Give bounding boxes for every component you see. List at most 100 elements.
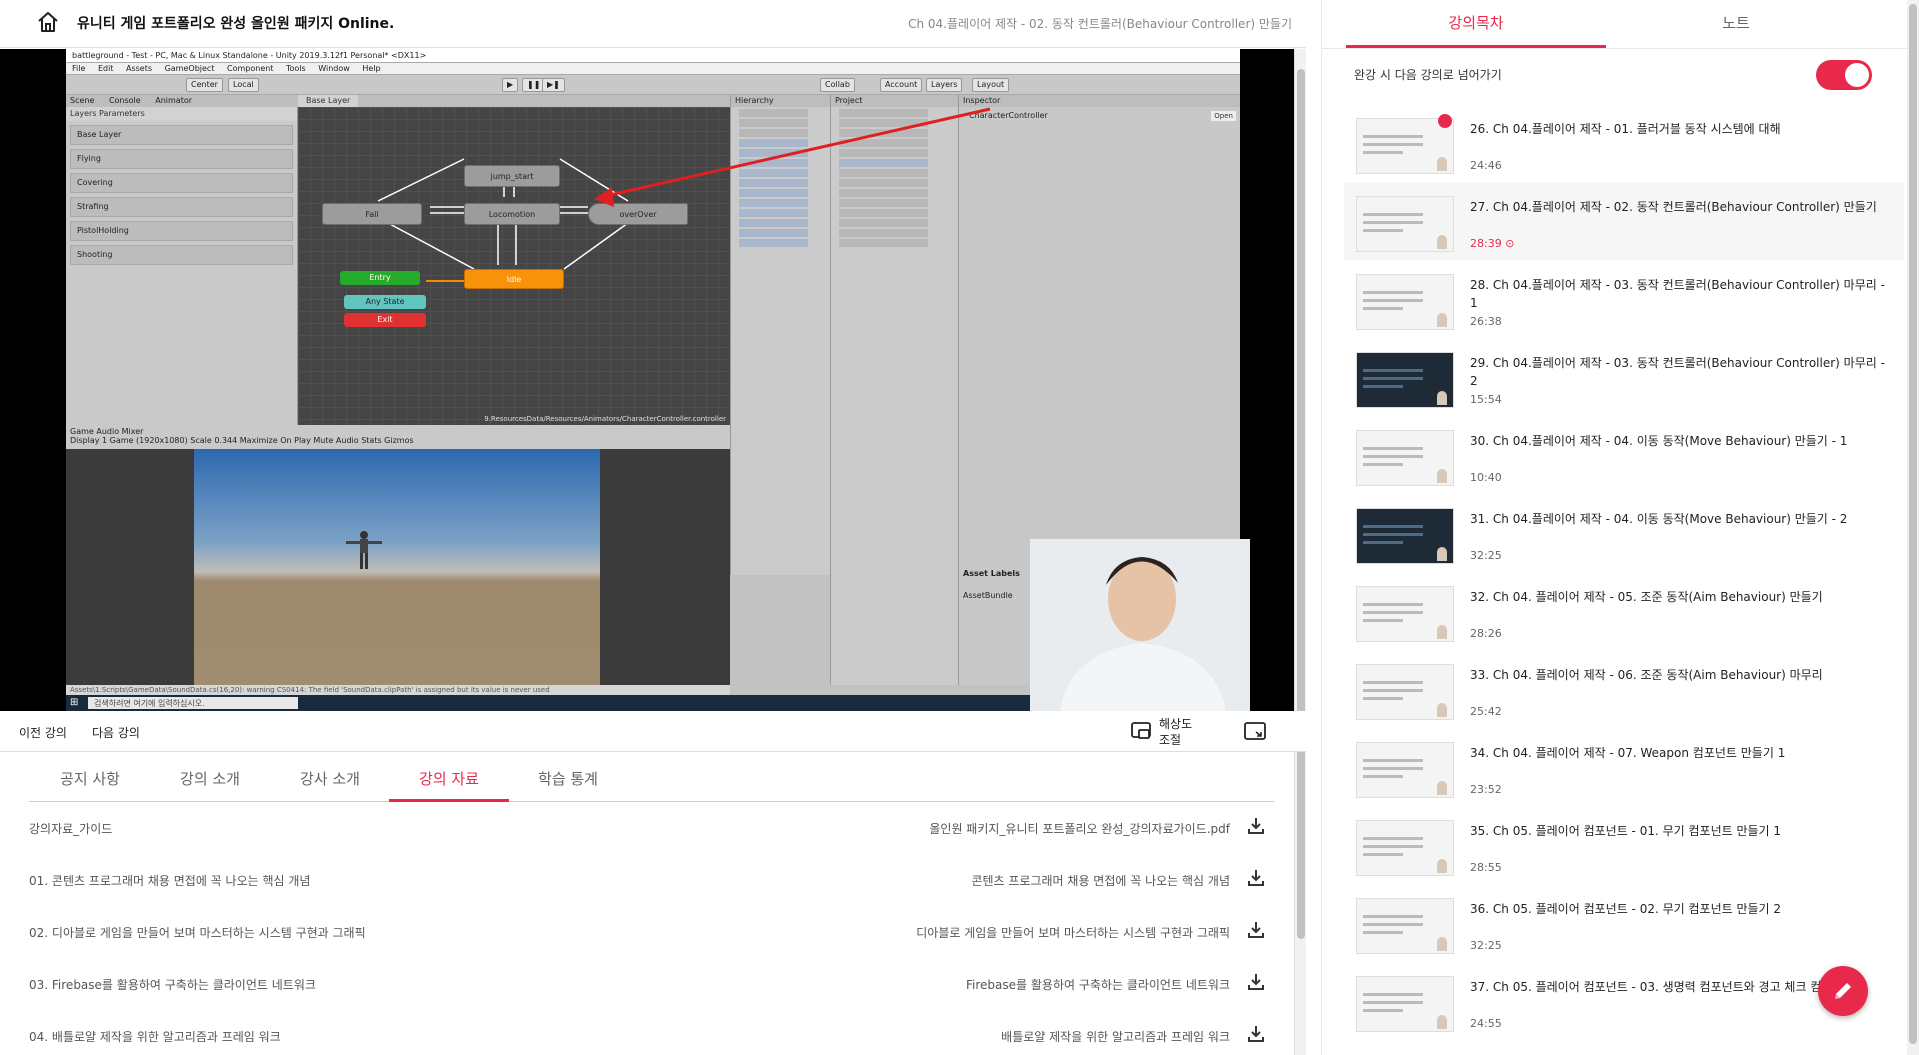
download-icon[interactable] [1246,972,1266,992]
material-name: 04. 배틀로얄 제작을 위한 알고리즘과 프레임 워크 [29,1030,281,1044]
course-title: 유니티 게임 포트폴리오 완성 올인원 패키지 Online. [77,16,395,32]
tab-instructor-intro[interactable]: 강사 소개 [293,768,367,802]
lecture-info-tabs: 공지 사항 강의 소개 강사 소개 강의 자료 학습 통계 [29,752,1274,802]
lecture-thumbnail [1356,898,1454,954]
thumbnail-text-line [1363,767,1423,770]
lecture-item[interactable]: 27. Ch 04.플레이어 제작 - 02. 동작 컨트롤러(Behaviou… [1344,182,1904,260]
lecture-title: 34. Ch 04. 플레이어 제작 - 07. Weapon 컴포넌트 만들기… [1470,746,1786,760]
page-scroll-thumb[interactable] [1297,69,1305,939]
tab-lecture-intro[interactable]: 강의 소개 [173,768,247,802]
top-header: 유니티 게임 포트폴리오 완성 올인원 패키지 Online. Ch 04.플레… [0,0,1306,48]
lecture-duration-text: 15:54 [1470,393,1502,406]
download-icon[interactable] [1246,920,1266,940]
lecture-item[interactable]: 26. Ch 04.플레이어 제작 - 01. 플러거블 동작 시스템에 대해 2… [1344,104,1904,182]
thumbnail-text-line [1363,931,1403,934]
lecture-title: 27. Ch 04.플레이어 제작 - 02. 동작 컨트롤러(Behaviou… [1470,200,1877,214]
lecture-duration: 28:39 ⊙ [1470,237,1514,250]
home-icon[interactable] [36,10,60,34]
lecture-item[interactable]: 32. Ch 04. 플레이어 제작 - 05. 조준 동작(Aim Behav… [1344,572,1904,650]
lecture-duration: 28:26 [1470,627,1502,640]
lecture-duration-text: 24:55 [1470,1017,1502,1030]
thumbnail-text-line [1363,619,1403,622]
lecture-duration-text: 28:39 [1470,237,1502,250]
tab-curriculum[interactable]: 강의목차 [1346,12,1606,48]
tab-notes[interactable]: 노트 [1606,12,1866,48]
lecture-duration: 26:38 [1470,315,1502,328]
page-scrollbar[interactable] [1294,49,1306,1055]
lecture-item[interactable]: 31. Ch 04.플레이어 제작 - 04. 이동 동작(Move Behav… [1344,494,1904,572]
autoplay-toggle[interactable] [1816,60,1872,90]
material-file[interactable]: 디아블로 게임을 만들어 보며 마스터하는 시스템 구현과 그래픽 [916,924,1230,941]
thumbnail-instructor [1437,235,1447,249]
resolution-button[interactable]: 해상도 조절 [1125,715,1205,749]
lecture-duration: 32:25 [1470,549,1502,562]
thumbnail-text-line [1363,845,1423,848]
thumbnail-instructor [1437,547,1447,561]
thumbnail-text-line [1363,611,1423,614]
lecture-list: 26. Ch 04.플레이어 제작 - 01. 플러거블 동작 시스템에 대해 2… [1344,104,1904,1055]
lecture-thumbnail [1356,118,1454,174]
thumbnail-text-line [1363,1001,1423,1004]
thumbnail-text-line [1363,307,1403,310]
thumbnail-text-line [1363,923,1423,926]
lecture-item[interactable]: 34. Ch 04. 플레이어 제작 - 07. Weapon 컴포넌트 만들기… [1344,728,1904,806]
lecture-title: 32. Ch 04. 플레이어 제작 - 05. 조준 동작(Aim Behav… [1470,590,1823,604]
thumbnail-text-line [1363,681,1423,684]
download-icon[interactable] [1246,1024,1266,1044]
lecture-duration-text: 10:40 [1470,471,1502,484]
thumbnail-text-line [1363,541,1403,544]
download-icon[interactable] [1246,868,1266,888]
lecture-thumbnail [1356,820,1454,876]
thumbnail-text-line [1363,1009,1403,1012]
material-file[interactable]: 올인원 패키지_유니티 포트폴리오 완성_강의자료가이드.pdf [929,820,1230,837]
thumbnail-text-line [1363,151,1403,154]
fullscreen-icon[interactable] [1244,721,1266,741]
resolution-label: 해상도 조절 [1159,717,1193,747]
thumbnail-text-line [1363,377,1423,380]
player-controls: 이전 강의 다음 강의 해상도 조절 [0,711,1306,752]
materials-list: 강의자료_가이드 올인원 패키지_유니티 포트폴리오 완성_강의자료가이드.pd… [29,802,1274,1055]
next-lecture-button[interactable]: 다음 강의 [92,724,140,741]
thumbnail-text-line [1363,135,1423,138]
thumbnail-instructor [1437,625,1447,639]
lecture-duration-text: 32:25 [1470,549,1502,562]
thumbnail-text-line [1363,759,1423,762]
thumbnail-instructor [1437,781,1447,795]
lecture-thumbnail [1356,586,1454,642]
thumbnail-text-line [1363,525,1423,528]
lecture-item[interactable]: 33. Ch 04. 플레이어 제작 - 06. 조준 동작(Aim Behav… [1344,650,1904,728]
lecture-item[interactable]: 36. Ch 05. 플레이어 컴포넌트 - 02. 무기 컴포넌트 만들기 2… [1344,884,1904,962]
lecture-duration-text: 24:46 [1470,159,1502,172]
tab-materials[interactable]: 강의 자료 [389,768,509,802]
lecture-duration-text: 25:42 [1470,705,1502,718]
material-file[interactable]: Firebase를 활용하여 구축하는 클라이언트 네트워크 [966,976,1230,993]
lecture-title: 29. Ch 04.플레이어 제작 - 03. 동작 컨트롤러(Behaviou… [1470,356,1885,388]
lecture-item[interactable]: 35. Ch 05. 플레이어 컴포넌트 - 01. 무기 컴포넌트 만들기 1… [1344,806,1904,884]
sidebar-tabs: 강의목차 노트 [1322,0,1919,48]
lecture-duration-text: 23:52 [1470,783,1502,796]
prev-lecture-button[interactable]: 이전 강의 [19,724,67,741]
lecture-duration: 28:55 [1470,861,1502,874]
sidebar-scroll-thumb[interactable] [1909,4,1917,1044]
tab-statistics[interactable]: 학습 통계 [531,768,605,802]
video-player[interactable]: battleground - Test - PC, Mac & Linux St… [0,49,1306,711]
thumbnail-instructor [1437,391,1447,405]
material-file[interactable]: 콘텐츠 프로그래머 채용 면접에 꼭 나오는 핵심 개념 [971,872,1230,889]
lecture-thumbnail [1356,976,1454,1032]
sidebar-scrollbar[interactable] [1907,0,1919,1055]
autoplay-label: 완강 시 다음 강의로 넘어가기 [1354,68,1502,82]
lecture-title: 36. Ch 05. 플레이어 컴포넌트 - 02. 무기 컴포넌트 만들기 2 [1470,902,1782,916]
thumbnail-text-line [1363,291,1423,294]
tab-notice[interactable]: 공지 사항 [53,768,127,802]
thumbnail-text-line [1363,603,1423,606]
material-name: 03. Firebase를 활용하여 구축하는 클라이언트 네트워크 [29,978,316,992]
pencil-icon [1835,983,1851,999]
material-file[interactable]: 배틀로얄 제작을 위한 알고리즘과 프레임 워크 [1001,1028,1230,1045]
write-note-button[interactable] [1818,966,1868,1016]
lecture-item[interactable]: 28. Ch 04.플레이어 제작 - 03. 동작 컨트롤러(Behaviou… [1344,260,1904,338]
thumbnail-text-line [1363,697,1403,700]
download-icon[interactable] [1246,816,1266,836]
lecture-item[interactable]: 30. Ch 04.플레이어 제작 - 04. 이동 동작(Move Behav… [1344,416,1904,494]
lecture-item[interactable]: 29. Ch 04.플레이어 제작 - 03. 동작 컨트롤러(Behaviou… [1344,338,1904,416]
lecture-thumbnail [1356,196,1454,252]
